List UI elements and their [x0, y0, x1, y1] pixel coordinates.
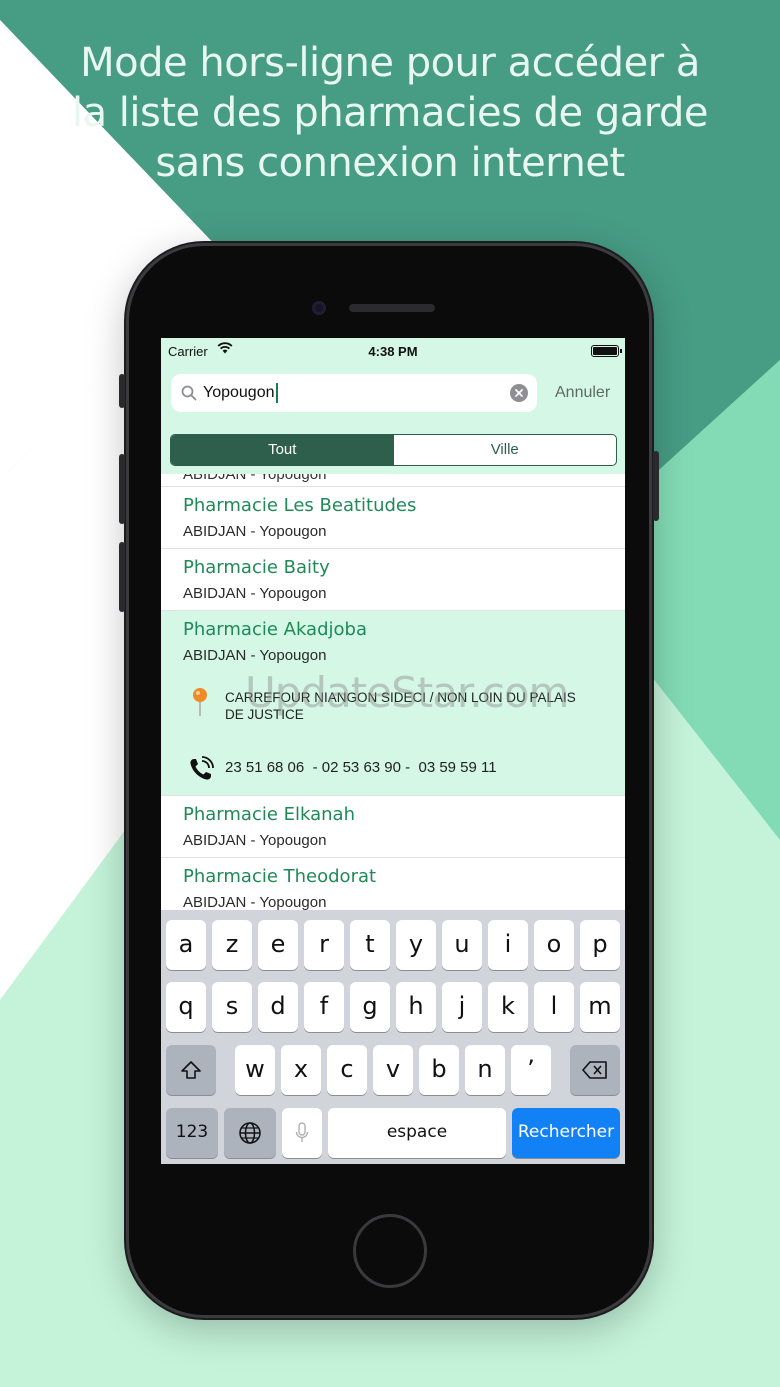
headline-line-1: Mode hors-ligne pour accéder à [80, 40, 700, 86]
dictation-key[interactable] [282, 1108, 322, 1158]
key-q[interactable]: q [166, 982, 206, 1032]
segment-all[interactable]: Tout [171, 435, 394, 465]
phone-icon[interactable] [187, 755, 215, 788]
headline-line-2: la liste des pharmacies de garde [71, 90, 709, 136]
space-key[interactable]: espace [328, 1108, 506, 1158]
keyboard: a z e r t y u i o p q s d f g h j k l m [161, 910, 625, 1164]
pharmacy-name: Pharmacie Elkanah [183, 804, 355, 825]
key-x[interactable]: x [281, 1045, 321, 1095]
list-item[interactable]: Pharmacie Elkanah ABIDJAN - Yopougon [161, 795, 625, 857]
headline-line-3: sans connexion internet [155, 140, 625, 186]
shift-icon [180, 1055, 202, 1083]
backspace-key[interactable] [570, 1045, 620, 1095]
shift-key[interactable] [166, 1045, 216, 1095]
key-r[interactable]: r [304, 920, 344, 970]
pharmacy-location: ABIDJAN - Yopougon [183, 647, 327, 664]
pharmacy-phones[interactable]: 23 51 68 06 - 02 53 63 90 - 03 59 59 11 [225, 759, 497, 776]
key-g[interactable]: g [350, 982, 390, 1032]
numbers-key[interactable]: 123 [166, 1108, 218, 1158]
power-button [653, 451, 659, 521]
key-d[interactable]: d [258, 982, 298, 1032]
key-m[interactable]: m [580, 982, 620, 1032]
list-item[interactable]: Pharmacie Theodorat ABIDJAN - Yopougon [161, 857, 625, 910]
search-icon [181, 385, 197, 406]
key-y[interactable]: y [396, 920, 436, 970]
front-camera [312, 301, 326, 315]
home-button[interactable] [353, 1214, 427, 1288]
clear-icon[interactable] [510, 384, 528, 402]
pharmacy-location: ABIDJAN - Yopougon [183, 894, 327, 910]
key-f[interactable]: f [304, 982, 344, 1032]
phone-frame: Carrier 4:38 PM Yopougon Annuler Tout Vi… [119, 243, 659, 1318]
key-a[interactable]: a [166, 920, 206, 970]
volume-down-button [119, 542, 125, 612]
segment-city[interactable]: Ville [394, 435, 617, 465]
earpiece-speaker [349, 304, 435, 312]
cancel-button[interactable]: Annuler [555, 374, 610, 412]
key-h[interactable]: h [396, 982, 436, 1032]
search-key[interactable]: Rechercher [512, 1108, 620, 1158]
key-c[interactable]: c [327, 1045, 367, 1095]
watermark: UpdateStar.com [245, 668, 569, 717]
key-n[interactable]: n [465, 1045, 505, 1095]
key-j[interactable]: j [442, 982, 482, 1032]
key-p[interactable]: p [580, 920, 620, 970]
key-s[interactable]: s [212, 982, 252, 1032]
battery-icon [591, 345, 622, 357]
map-pin-icon [191, 687, 209, 722]
pharmacy-name: Pharmacie Les Beatitudes [183, 495, 417, 516]
search-bar[interactable]: Yopougon [171, 374, 537, 412]
key-w[interactable]: w [235, 1045, 275, 1095]
pharmacy-name: Pharmacie Theodorat [183, 866, 377, 887]
globe-icon [238, 1118, 262, 1146]
key-b[interactable]: b [419, 1045, 459, 1095]
globe-key[interactable] [224, 1108, 276, 1158]
text-cursor [275, 382, 278, 403]
pharmacy-location: ABIDJAN - Yopougon [183, 523, 327, 540]
pharmacy-name: Pharmacie Akadjoba [183, 619, 367, 640]
key-o[interactable]: o [534, 920, 574, 970]
key-i[interactable]: i [488, 920, 528, 970]
status-bar: Carrier 4:38 PM [161, 338, 625, 362]
list-item[interactable]: Pharmacie Baity ABIDJAN - Yopougon [161, 548, 625, 610]
status-time: 4:38 PM [368, 344, 418, 359]
pharmacy-name: Pharmacie Baity [183, 557, 330, 578]
key-e[interactable]: e [258, 920, 298, 970]
key-t[interactable]: t [350, 920, 390, 970]
app-screen: Carrier 4:38 PM Yopougon Annuler Tout Vi… [161, 338, 625, 1164]
pharmacy-location: ABIDJAN - Yopougon [183, 585, 327, 602]
search-header: Carrier 4:38 PM Yopougon Annuler Tout Vi… [161, 338, 625, 474]
headline: Mode hors-ligne pour accéder à la liste … [40, 38, 740, 188]
key-k[interactable]: k [488, 982, 528, 1032]
microphone-icon [295, 1118, 309, 1146]
key-apostrophe[interactable]: ’ [511, 1045, 551, 1095]
volume-up-button [119, 454, 125, 524]
backspace-icon [582, 1055, 608, 1083]
list-item[interactable]: Pharmacie Les Beatitudes ABIDJAN - Yopou… [161, 486, 625, 548]
key-z[interactable]: z [212, 920, 252, 970]
pharmacy-location: ABIDJAN - Yopougon [183, 832, 327, 849]
filter-segmented-control: Tout Ville [170, 434, 617, 466]
search-input[interactable]: Yopougon [203, 374, 493, 412]
pharmacy-location: ABIDJAN - Yopougon [183, 474, 327, 483]
key-u[interactable]: u [442, 920, 482, 970]
search-value: Yopougon [203, 384, 275, 401]
key-l[interactable]: l [534, 982, 574, 1032]
mute-switch [119, 374, 125, 408]
key-v[interactable]: v [373, 1045, 413, 1095]
